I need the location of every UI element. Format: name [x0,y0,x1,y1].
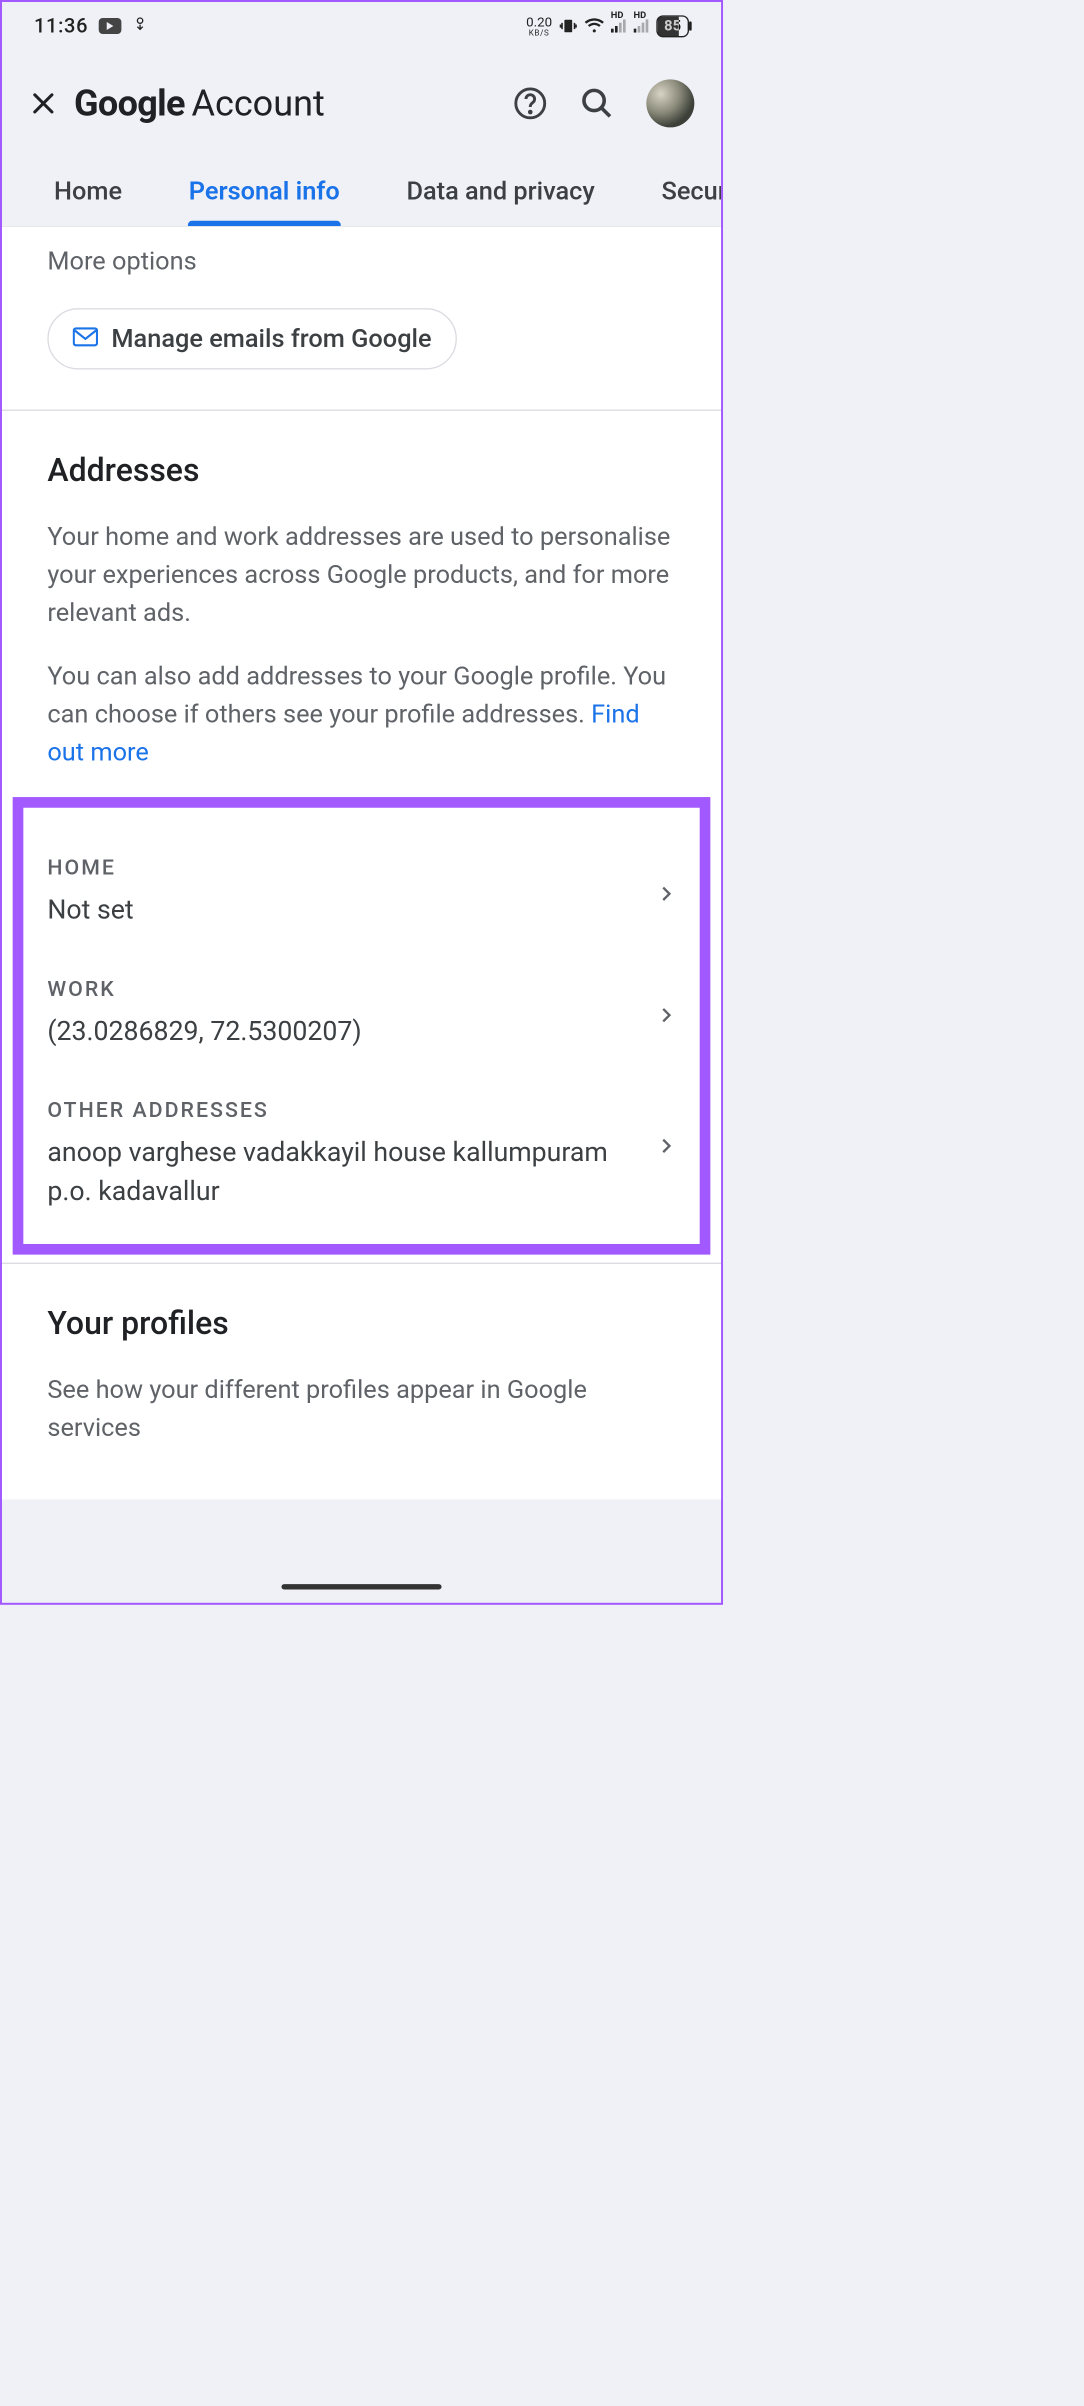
avatar[interactable] [646,79,694,127]
addresses-desc-1: Your home and work addresses are used to… [47,518,675,632]
signal-sim1-icon: HD [611,19,627,32]
chevron-right-icon [657,1006,676,1027]
manage-emails-label: Manage emails from Google [111,324,431,353]
tab-bar: Home Personal info Data and privacy Secu… [2,157,721,226]
gesture-handle[interactable] [281,1584,441,1589]
tab-data-privacy[interactable]: Data and privacy [373,157,628,226]
address-label: OTHER ADDRESSES [47,1097,629,1122]
address-label: WORK [47,976,629,1001]
address-value: anoop varghese vadakkayil house kallumpu… [47,1133,629,1210]
battery-indicator: 85 [656,15,689,37]
chevron-right-icon [657,1137,676,1158]
addresses-desc-2: You can also add addresses to your Googl… [47,658,675,772]
addresses-list-highlight: HOME Not set WORK (23.0286829, 72.530020… [13,797,711,1255]
profiles-section: Your profiles See how your different pro… [2,1263,721,1500]
address-row-home[interactable]: HOME Not set [47,834,675,955]
profiles-title: Your profiles [47,1304,675,1342]
wifi-icon [584,18,604,34]
status-time: 11:36 [34,14,88,37]
mail-icon [73,324,98,353]
tab-security[interactable]: Security [628,157,721,226]
chevron-right-icon [657,884,676,905]
profiles-desc: See how your different profiles appear i… [47,1371,675,1447]
addresses-section: Addresses Your home and work addresses a… [2,411,721,772]
search-icon[interactable] [580,86,615,121]
status-bar: 11:36 0.20 KB/S HD HD 85 [2,2,721,50]
address-label: HOME [47,854,629,879]
netspeed-indicator: 0.20 KB/S [526,15,552,36]
manage-emails-button[interactable]: Manage emails from Google [47,308,457,369]
page-title: Google Account [74,82,497,124]
more-options-title: More options [47,247,675,276]
tab-personal-info[interactable]: Personal info [155,157,373,226]
address-row-other[interactable]: OTHER ADDRESSES anoop varghese vadakkayi… [47,1077,675,1217]
address-value: (23.0286829, 72.5300207) [47,1012,629,1051]
address-value: Not set [47,890,629,929]
signal-sim2-icon: HD [633,19,649,32]
help-icon[interactable] [513,86,548,121]
more-options-section: More options Manage emails from Google [2,227,721,411]
close-icon[interactable] [29,89,58,118]
tab-home[interactable]: Home [21,157,156,226]
address-row-work[interactable]: WORK (23.0286829, 72.5300207) [47,956,675,1077]
youtube-notif-icon [99,18,122,34]
vibrate-icon [559,17,578,36]
download-icon [132,17,148,36]
app-header: Google Account [2,50,721,157]
addresses-title: Addresses [47,451,675,489]
